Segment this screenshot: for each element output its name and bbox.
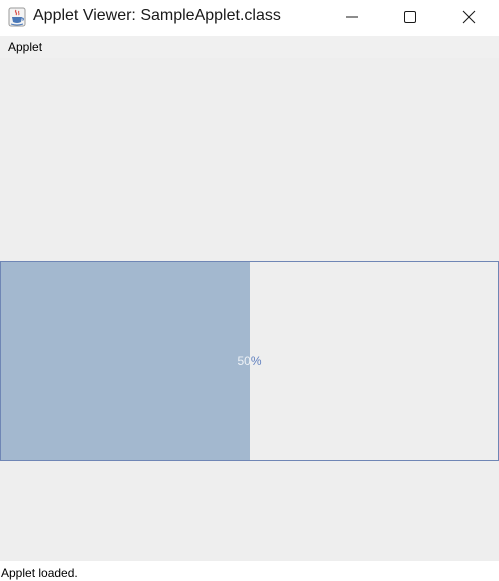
close-button[interactable] xyxy=(440,0,498,34)
applet-viewer-window: Applet Viewer: SampleApplet.class Applet… xyxy=(0,0,499,581)
progress-label: 50% xyxy=(1,262,498,460)
progress-label-value: 50 xyxy=(237,354,251,368)
window-title: Applet Viewer: SampleApplet.class xyxy=(33,7,281,24)
java-cup-icon xyxy=(8,7,26,27)
menu-applet[interactable]: Applet xyxy=(8,40,42,54)
menu-bar: Applet xyxy=(0,36,499,58)
status-bar: Applet loaded. xyxy=(0,561,499,581)
applet-panel: 50% xyxy=(0,58,499,561)
progress-label-percent: % xyxy=(250,354,262,368)
minimize-button[interactable] xyxy=(323,0,381,34)
status-text: Applet loaded. xyxy=(1,566,78,580)
maximize-button[interactable] xyxy=(381,0,439,34)
title-bar[interactable]: Applet Viewer: SampleApplet.class xyxy=(0,0,499,36)
progress-bar: 50% xyxy=(0,261,499,461)
